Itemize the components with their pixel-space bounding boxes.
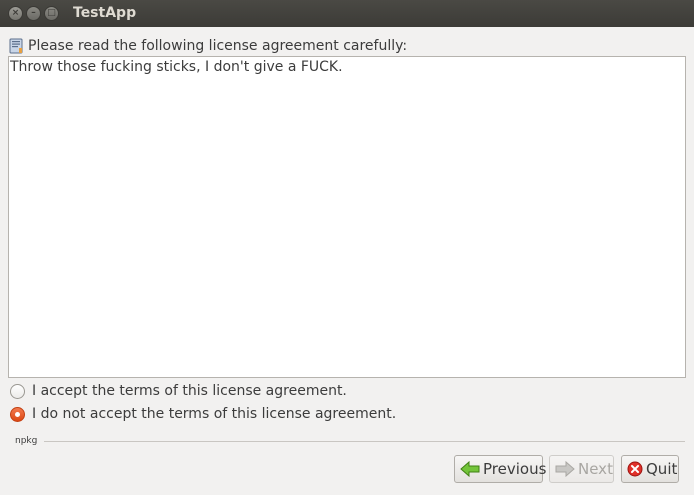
previous-label: Previous (483, 460, 547, 478)
decline-option[interactable]: I do not accept the terms of this licens… (10, 404, 396, 424)
arrow-right-icon (555, 461, 575, 477)
accept-label[interactable]: I accept the terms of this license agree… (32, 383, 347, 399)
separator-label: npkg (15, 436, 38, 446)
quit-label: Quit (646, 460, 678, 478)
next-button[interactable]: Next (549, 455, 614, 483)
previous-button[interactable]: Previous (454, 455, 547, 483)
decline-label[interactable]: I do not accept the terms of this licens… (32, 406, 396, 422)
close-icon[interactable]: × (8, 6, 23, 21)
title-bar: × – □ TestApp (0, 0, 694, 27)
license-header: Please read the following license agreem… (8, 37, 407, 55)
accept-option[interactable]: I accept the terms of this license agree… (10, 381, 347, 401)
next-label: Next (578, 460, 613, 478)
arrow-left-icon (460, 461, 480, 477)
separator-line (44, 441, 685, 442)
accept-radio[interactable] (10, 383, 25, 399)
maximize-icon[interactable]: □ (44, 6, 59, 21)
quit-button[interactable]: Quit (621, 455, 679, 483)
license-text: Throw those fucking sticks, I don't give… (10, 59, 343, 75)
window-title: TestApp (73, 5, 137, 21)
quit-icon (627, 461, 643, 477)
header-text: Please read the following license agreem… (28, 38, 408, 54)
minimize-icon[interactable]: – (26, 6, 41, 21)
document-icon (9, 38, 23, 54)
license-text-area[interactable]: Throw those fucking sticks, I don't give… (8, 56, 686, 378)
decline-radio[interactable] (10, 406, 25, 422)
